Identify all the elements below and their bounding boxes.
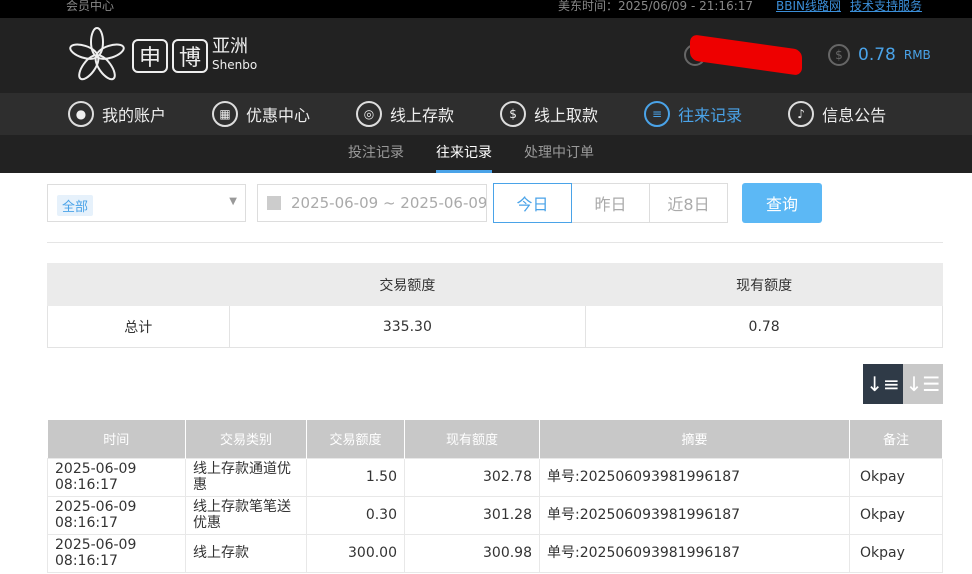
- nav-withdraw[interactable]: $ 线上取款: [500, 93, 598, 135]
- bell-icon: ♪: [788, 101, 815, 127]
- col-amount: 交易额度: [306, 420, 405, 458]
- records-icon: ≡: [644, 101, 671, 127]
- date-range-input[interactable]: 2025-06-09 ~ 2025-06-09: [257, 184, 487, 222]
- cell-note: Okpay: [849, 457, 943, 497]
- cell-type: 线上存款: [185, 533, 307, 573]
- cell-summary: 单号:202506093981996187: [539, 457, 850, 497]
- gift-icon: ▦: [212, 101, 239, 127]
- nav-deposit[interactable]: ◎ 线上存款: [356, 93, 454, 135]
- category-value: 全部: [57, 195, 94, 216]
- divider: [47, 242, 943, 243]
- summary-balance: 0.78: [585, 305, 943, 348]
- today-button[interactable]: 今日: [493, 183, 572, 223]
- nav-promotions[interactable]: ▦ 优惠中心: [212, 93, 310, 135]
- cell-amount: 1.50: [306, 457, 405, 497]
- cell-amount: 0.30: [306, 495, 405, 535]
- sort-controls: ↓≡ ↓☰: [863, 364, 943, 404]
- top-bar: 会员中心 美东时间：2025/06/09 - 21:16:17 BBIN线路网 …: [0, 0, 972, 18]
- sort-desc-icon[interactable]: ↓≡: [863, 364, 903, 404]
- category-select[interactable]: 全部 ▼: [47, 184, 246, 222]
- dollar-icon: $: [828, 44, 850, 66]
- yesterday-button[interactable]: 昨日: [571, 183, 650, 223]
- cell-amount: 300.00: [306, 533, 405, 573]
- summary-header: [47, 263, 230, 306]
- summary-label: 总计: [47, 305, 230, 348]
- balance: $0.78 RMB: [828, 44, 931, 66]
- cell-type: 线上存款通道优惠: [185, 457, 307, 497]
- caret-down-icon: ▼: [229, 196, 237, 207]
- cell-balance: 300.98: [404, 533, 540, 573]
- summary-header: 现有额度: [585, 263, 943, 306]
- deposit-icon: ◎: [356, 101, 383, 127]
- logo-char-2: 博: [172, 39, 208, 73]
- tab-transaction-records[interactable]: 往来记录: [436, 135, 492, 173]
- member-center-link[interactable]: 会员中心: [66, 0, 114, 14]
- col-time: 时间: [47, 420, 186, 458]
- logo-char-1: 申: [132, 39, 168, 73]
- query-button[interactable]: 查询: [742, 183, 822, 223]
- summary-table: 交易额度 现有额度 总计 335.30 0.78: [47, 263, 943, 348]
- col-type: 交易类别: [185, 420, 307, 458]
- sub-nav: 投注记录 往来记录 处理中订单: [0, 135, 972, 173]
- summary-header: 交易额度: [228, 263, 587, 306]
- tab-pending-orders[interactable]: 处理中订单: [524, 135, 594, 173]
- cell-balance: 302.78: [404, 457, 540, 497]
- header: 申 博 亚洲 Shenbo $0.78 RMB: [0, 18, 972, 93]
- col-balance: 现有额度: [404, 420, 540, 458]
- table-row: 2025-06-09 08:16:17 线上存款笔笔送优惠 0.30 301.28 单号…: [47, 495, 943, 535]
- cell-time: 2025-06-09 08:16:17: [47, 533, 186, 573]
- transactions-table: 时间 交易类别 交易额度 现有额度 摘要 备注 2025-06-09 08:16…: [47, 420, 943, 573]
- flower-logo-icon: [69, 27, 125, 81]
- cell-summary: 单号:202506093981996187: [539, 533, 850, 573]
- cell-time: 2025-06-09 08:16:17: [47, 495, 186, 535]
- tab-bet-records[interactable]: 投注记录: [348, 135, 404, 173]
- line-link[interactable]: BBIN线路网: [776, 0, 841, 14]
- server-time: 美东时间：2025/06/09 - 21:16:17: [558, 0, 754, 13]
- calendar-icon: [267, 196, 281, 210]
- support-link[interactable]: 技术支持服务: [850, 0, 922, 14]
- col-note: 备注: [849, 420, 943, 458]
- sort-asc-icon[interactable]: ↓☰: [903, 364, 943, 404]
- main-nav: ● 我的账户 ▦ 优惠中心 ◎ 线上存款 $ 线上取款 ≡ 往来记录 ♪ 信息公告: [0, 93, 972, 135]
- logo-text: 亚洲 Shenbo: [212, 36, 258, 73]
- logo[interactable]: 申 博 亚洲 Shenbo: [66, 26, 257, 86]
- withdraw-icon: $: [500, 101, 527, 127]
- user-icon: ●: [68, 101, 94, 127]
- summary-amount: 335.30: [228, 305, 587, 348]
- filters: 全部 ▼ 2025-06-09 ~ 2025-06-09 今日 昨日 近8日 查询: [47, 183, 943, 223]
- cell-time: 2025-06-09 08:16:17: [47, 457, 186, 497]
- cell-balance: 301.28: [404, 495, 540, 535]
- last-8-days-button[interactable]: 近8日: [649, 183, 728, 223]
- cell-type: 线上存款笔笔送优惠: [185, 495, 307, 535]
- cell-note: Okpay: [849, 495, 943, 535]
- nav-records[interactable]: ≡ 往来记录: [644, 93, 742, 135]
- date-range-value: 2025-06-09 ~ 2025-06-09: [291, 194, 487, 212]
- cell-summary: 单号:202506093981996187: [539, 495, 850, 535]
- redacted-username: [690, 34, 802, 76]
- col-summary: 摘要: [539, 420, 850, 458]
- nav-announcements[interactable]: ♪ 信息公告: [788, 93, 886, 135]
- cell-note: Okpay: [849, 533, 943, 573]
- nav-my-account[interactable]: ● 我的账户: [68, 93, 166, 135]
- table-row: 2025-06-09 08:16:17 线上存款 300.00 300.98 单号:20…: [47, 533, 943, 573]
- table-row: 2025-06-09 08:16:17 线上存款通道优惠 1.50 302.78 单号:…: [47, 457, 943, 497]
